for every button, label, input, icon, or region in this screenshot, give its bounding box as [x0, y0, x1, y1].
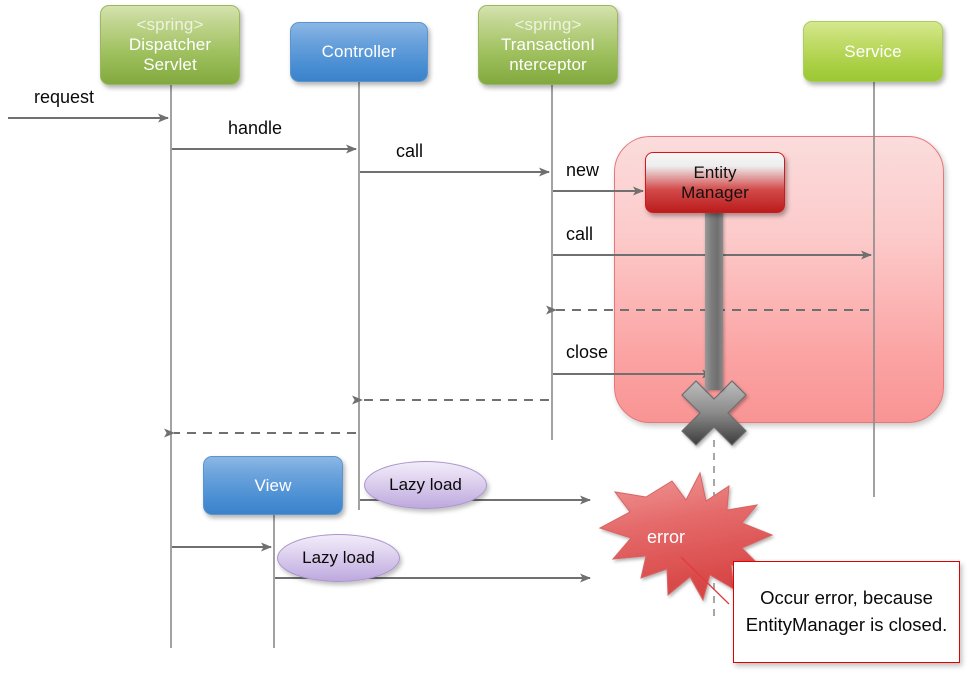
participant-service[interactable]: Service	[803, 21, 943, 82]
participant-dispatcher-servlet[interactable]: <spring> Dispatcher Servlet	[100, 5, 240, 85]
object-label: View	[254, 475, 292, 495]
participant-label-line1: Dispatcher	[128, 35, 212, 55]
message-label-call-controller: call	[396, 141, 424, 161]
object-label-line2: Manager	[681, 182, 749, 202]
participant-transaction-interceptor[interactable]: <spring> TransactionI nterceptor	[478, 5, 618, 85]
activation-bar-entity-manager	[705, 210, 723, 390]
object-label-line1: Entity	[693, 162, 737, 182]
message-label-call-service: call	[566, 224, 594, 244]
object-entity-manager[interactable]: Entity Manager	[645, 152, 785, 213]
message-label-close: close	[566, 342, 609, 362]
x-destroy-icon	[681, 380, 747, 446]
participant-stereotype: <spring>	[136, 15, 204, 35]
message-label-lazy-load-1: Lazy load	[364, 461, 487, 509]
object-view[interactable]: View	[203, 456, 343, 515]
ellipse-label: Lazy load	[389, 475, 462, 494]
sequence-diagram-canvas: <spring> Dispatcher Servlet Controller <…	[0, 0, 972, 676]
message-label-request: request	[34, 87, 95, 107]
error-label: error	[647, 527, 686, 547]
message-label-lazy-load-2: Lazy load	[277, 534, 400, 582]
participant-controller[interactable]: Controller	[290, 22, 428, 82]
message-label-new: new	[566, 160, 600, 180]
error-note-text: Occur error, because EntityManager is cl…	[745, 587, 948, 635]
participant-label: Controller	[321, 42, 397, 62]
ellipse-label: Lazy load	[302, 548, 375, 567]
error-note-box: Occur error, because EntityManager is cl…	[733, 561, 960, 663]
message-label-handle: handle	[228, 118, 283, 138]
participant-label-line2: Servlet	[143, 54, 197, 74]
participant-stereotype: <spring>	[514, 15, 582, 35]
participant-label-line2: nterceptor	[509, 54, 587, 74]
participant-label-line1: TransactionI	[500, 35, 596, 55]
participant-label: Service	[844, 41, 902, 61]
